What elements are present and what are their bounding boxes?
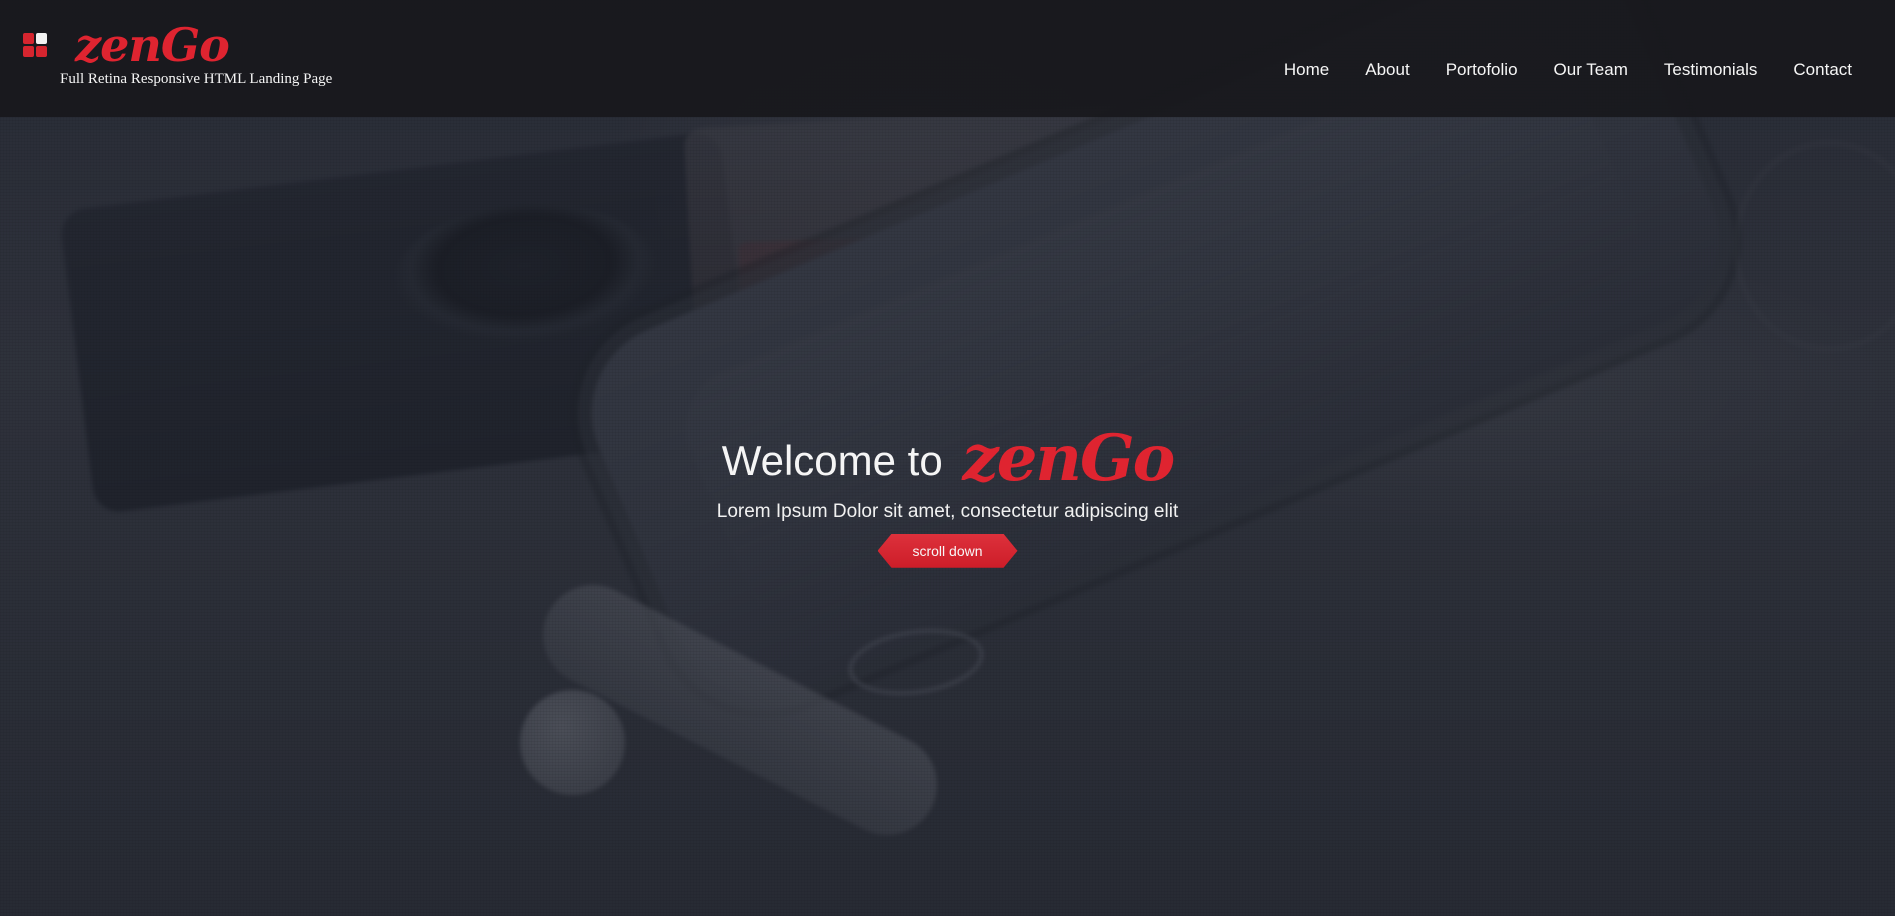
scroll-down-button[interactable]: scroll down (877, 533, 1018, 568)
hero-title: Welcome to zenGo (638, 422, 1258, 491)
hero-section: Welcome to zenGo Lorem Ipsum Dolor sit a… (0, 117, 1895, 916)
main-navigation: Home About Portofolio Our Team Testimoni… (1284, 60, 1852, 80)
top-header: zenGo Full Retina Responsive HTML Landin… (0, 0, 1895, 117)
logo-square-bottom-left (23, 46, 34, 57)
nav-our-team-link[interactable]: Our Team (1554, 60, 1628, 80)
hero-title-prefix: Welcome to (721, 437, 943, 484)
landing-page: zenGo Full Retina Responsive HTML Landin… (0, 0, 1895, 916)
brand[interactable]: zenGo Full Retina Responsive HTML Landin… (23, 22, 363, 92)
hero-title-brand: zenGo (962, 421, 1175, 496)
nav-about-link[interactable]: About (1365, 60, 1409, 80)
hero-subtitle: Lorem Ipsum Dolor sit amet, consectetur … (716, 501, 1179, 522)
brand-tagline: Full Retina Responsive HTML Landing Page (60, 71, 333, 87)
four-square-logo-icon (23, 33, 49, 59)
cta-wrapper: scroll down (638, 533, 1258, 568)
nav-home-link[interactable]: Home (1284, 60, 1329, 80)
brand-name: zenGo (75, 18, 230, 72)
logo-square-bottom-right (36, 46, 47, 57)
logo-square-top-right (36, 33, 47, 44)
logo-square-top-left (23, 33, 34, 44)
nav-portfolio-link[interactable]: Portofolio (1446, 60, 1518, 80)
nav-contact-link[interactable]: Contact (1793, 60, 1852, 80)
hero-content: Welcome to zenGo Lorem Ipsum Dolor sit a… (638, 422, 1258, 568)
nav-testimonials-link[interactable]: Testimonials (1664, 60, 1758, 80)
